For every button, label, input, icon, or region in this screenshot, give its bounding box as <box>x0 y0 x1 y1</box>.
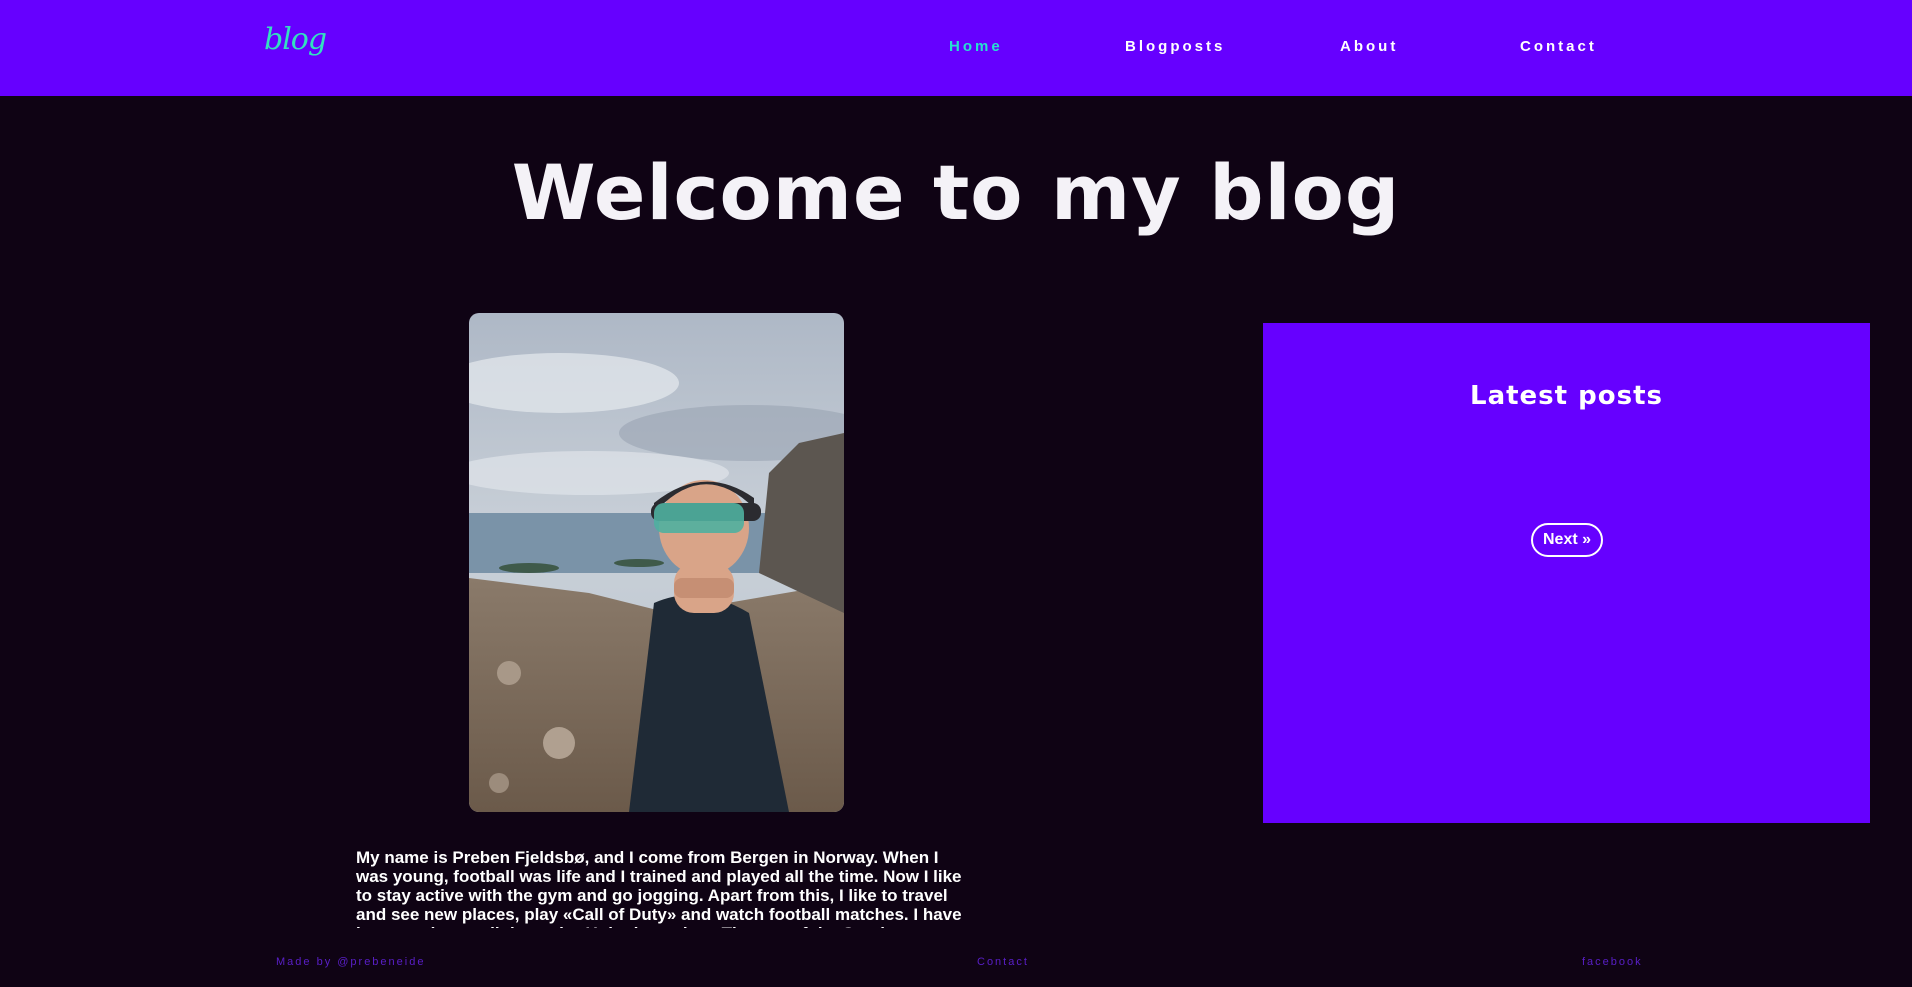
site-header: blog Home Blogposts About Contact <box>0 0 1912 96</box>
nav-about[interactable]: About <box>1340 38 1398 55</box>
nav-home[interactable]: Home <box>949 38 1003 55</box>
profile-photo <box>469 313 844 812</box>
main-nav: Home Blogposts About Contact <box>0 38 1912 58</box>
latest-posts-title: Latest posts <box>1470 381 1663 411</box>
nav-blogposts[interactable]: Blogposts <box>1125 38 1225 55</box>
footer-credit: Made by @prebeneide <box>276 956 426 968</box>
profile-photo-image <box>469 313 844 812</box>
footer-contact-link[interactable]: Contact <box>977 956 1029 968</box>
bio-text: My name is Preben Fjeldsbø, and I come f… <box>356 848 962 928</box>
footer-facebook-link[interactable]: facebook <box>1582 956 1643 968</box>
page-title: Welcome to my blog <box>511 148 1401 237</box>
nav-contact[interactable]: Contact <box>1520 38 1597 55</box>
site-footer: Made by @prebeneide Contact facebook <box>0 928 1912 987</box>
next-button[interactable]: Next » <box>1531 523 1603 557</box>
latest-posts-panel: Latest posts Next » <box>1263 323 1870 823</box>
